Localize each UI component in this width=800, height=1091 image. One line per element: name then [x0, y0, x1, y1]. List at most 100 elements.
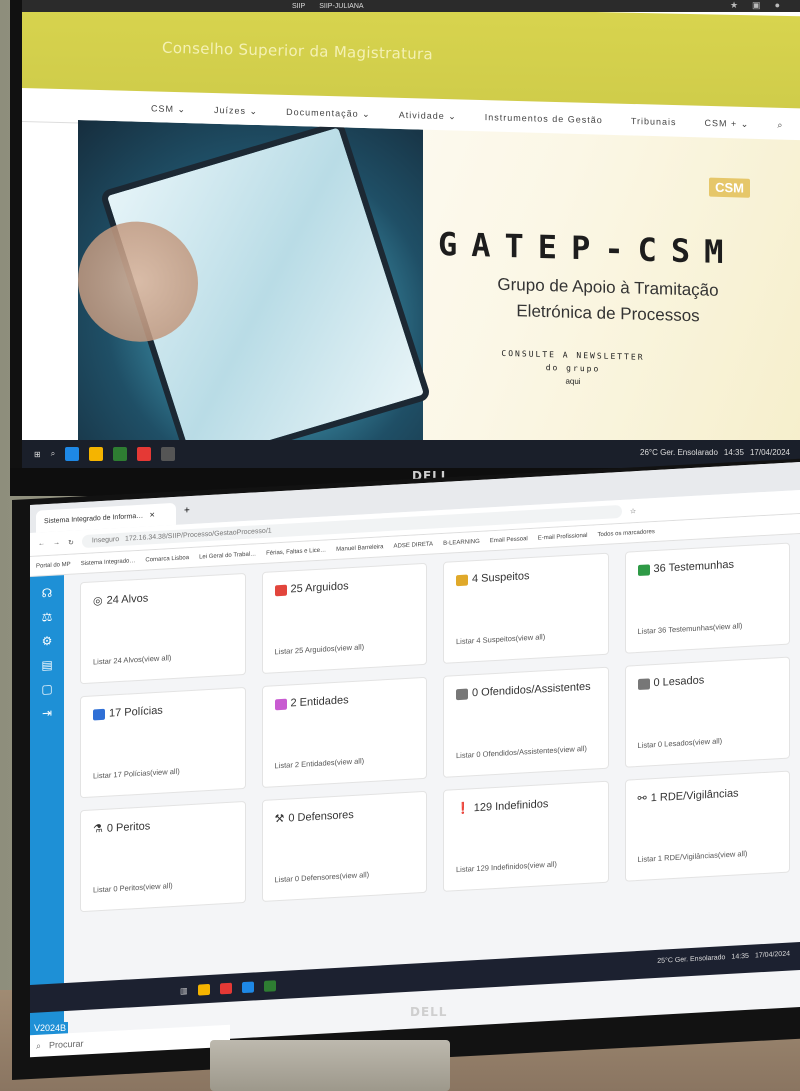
top-tab-siip-juliana[interactable]: SIIP-JULIANA — [319, 3, 363, 10]
star-icon[interactable]: ★ — [730, 0, 738, 11]
weather-text[interactable]: 25°C Ger. Ensolarado — [657, 954, 725, 965]
card-link[interactable]: Listar 0 Defensores(view all) — [275, 866, 419, 886]
top-bookmark-strip: SIIP SIIP-JULIANA — [22, 0, 800, 12]
search-icon[interactable]: ⌕ — [51, 449, 55, 459]
profile-icon[interactable]: ● — [775, 0, 780, 11]
gavel-icon: ⚒ — [274, 812, 285, 826]
users-icon — [274, 584, 287, 596]
forward-icon[interactable]: → — [53, 539, 60, 546]
card-ofendidos: 0 Ofendidos/Assistentes Listar 0 Ofendid… — [443, 666, 609, 778]
hero-banner[interactable]: CSM GATEP-CSM Grupo de Apoio à Tramitaçã… — [78, 120, 800, 461]
clock-date[interactable]: 17/04/2024 — [755, 951, 790, 960]
card-title: 17 Polícias — [109, 704, 163, 720]
csm-logo: CSM — [709, 177, 750, 198]
url-text: 172.16.34.38/SIIP/Processo/GestaoProcess… — [124, 527, 272, 543]
headset-icon[interactable]: ☊ — [42, 586, 53, 601]
flask-icon: ⚗ — [93, 822, 103, 836]
explorer-icon[interactable] — [89, 447, 104, 461]
newsletter-block: CONSULTE A NEWSLETTER do grupo aqui — [493, 347, 653, 390]
exclamation-icon: ❗ — [456, 802, 470, 816]
card-rde: ⚯ 1 RDE/Vigilâncias Listar 1 RDE/Vigilânc… — [624, 770, 790, 882]
weather-text[interactable]: 26°C Ger. Ensolarado — [640, 448, 718, 457]
card-link[interactable]: Listar 36 Testemunhas(view all) — [638, 618, 782, 638]
bookmark-star-icon[interactable]: ☆ — [630, 507, 636, 515]
new-tab-icon[interactable]: + — [184, 505, 190, 516]
entity-cards-grid: ◎ 24 Alvos Listar 24 Alvos(view all) 25 A… — [80, 542, 790, 913]
excel-icon[interactable] — [263, 979, 276, 992]
clock-time[interactable]: 14:35 — [731, 953, 749, 961]
top-browser-icons: ★ ▣ ● — [730, 0, 780, 11]
bookmark-item[interactable]: ADSE DIRETA — [394, 541, 434, 549]
bookmark-item[interactable]: Lei Geral do Trabal… — [199, 551, 256, 560]
card-title: 4 Suspeitos — [472, 570, 530, 586]
bookmark-item[interactable]: Portal do MP — [36, 561, 71, 569]
taskview-icon[interactable]: ▥ — [180, 986, 188, 995]
users-icon — [637, 563, 650, 576]
users-icon — [637, 677, 650, 690]
card-link[interactable]: Listar 0 Lesados(view all) — [638, 732, 782, 752]
card-title: 0 Defensores — [288, 808, 354, 825]
card-title: 1 RDE/Vigilâncias — [650, 786, 739, 804]
excel-icon[interactable] — [113, 447, 128, 461]
edge-icon[interactable] — [65, 447, 80, 461]
card-title: 0 Lesados — [653, 674, 705, 690]
card-link[interactable]: Listar 17 Polícias(view all) — [93, 762, 237, 782]
clock-date[interactable]: 17/04/2024 — [750, 448, 790, 457]
suspect-icon — [456, 574, 468, 586]
bookmark-item[interactable]: Férias, Faltas e Lice… — [266, 547, 326, 556]
scales-icon[interactable]: ⚖ — [42, 610, 53, 625]
bookmark-item[interactable]: E-mail Profissional — [538, 532, 588, 541]
close-icon[interactable]: ✕ — [149, 511, 155, 519]
archive-icon[interactable]: ▤ — [41, 658, 52, 673]
bookmark-item[interactable]: B-LEARNING — [443, 538, 480, 546]
card-title: 2 Entidades — [290, 694, 349, 710]
bookmark-item[interactable]: Email Pessoal — [490, 536, 528, 544]
card-lesados: 0 Lesados Listar 0 Lesados(view all) — [624, 656, 790, 768]
explorer-icon[interactable] — [197, 983, 210, 996]
card-link[interactable]: Listar 2 Entidades(view all) — [275, 752, 419, 772]
card-entidades: 2 Entidades Listar 2 Entidades(view all) — [261, 676, 427, 789]
back-icon[interactable]: ← — [38, 540, 45, 547]
hero-photo — [78, 120, 432, 461]
bottom-system-tray: 25°C Ger. Ensolarado 14:35 17/04/2024 — [657, 951, 790, 965]
version-label: V2024B — [32, 1022, 69, 1034]
bookmark-item[interactable]: Todos os marcadores — [597, 529, 654, 538]
tab-title: Sistema Integrado de Informa… — [44, 512, 144, 525]
card-link[interactable]: Listar 129 Indefinidos(view all) — [456, 856, 600, 876]
bottom-screen: Sistema Integrado de Informa… ✕ + ← → ↻ … — [30, 461, 800, 1050]
chrome-icon[interactable] — [137, 447, 152, 461]
target-icon: ◎ — [93, 594, 103, 608]
card-title: 129 Indefinidos — [473, 797, 549, 814]
clock-time[interactable]: 14:35 — [724, 448, 744, 457]
card-arguidos: 25 Arguidos Listar 25 Arguidos(view all) — [261, 562, 427, 675]
card-link[interactable]: Listar 0 Ofendidos/Assistentes(view all) — [456, 742, 600, 762]
card-suspeitos: 4 Suspeitos Listar 4 Suspeitos(view all) — [443, 552, 609, 664]
extensions-icon[interactable]: ▣ — [752, 0, 761, 11]
chrome-icon[interactable] — [219, 982, 232, 994]
card-alvos: ◎ 24 Alvos Listar 24 Alvos(view all) — [80, 572, 246, 685]
card-peritos: ⚗ 0 Peritos Listar 0 Peritos(view all) — [80, 800, 246, 913]
gears-icon[interactable]: ⚙ — [42, 634, 53, 649]
top-system-tray: 26°C Ger. Ensolarado 14:35 17/04/2024 — [640, 448, 790, 457]
top-tab-siip[interactable]: SIIP — [292, 3, 305, 10]
security-warning[interactable]: Inseguro — [92, 536, 119, 545]
windows-start-icon[interactable]: ⊞ — [34, 450, 41, 459]
users-icon — [93, 708, 105, 720]
card-link[interactable]: Listar 25 Arguidos(view all) — [275, 638, 419, 658]
word-icon[interactable] — [241, 981, 254, 993]
reload-icon[interactable]: ↻ — [68, 538, 74, 546]
card-link[interactable]: Listar 24 Alvos(view all) — [93, 648, 237, 668]
card-link[interactable]: Listar 4 Suspeitos(view all) — [456, 628, 600, 648]
bookmark-item[interactable]: Sistema Integrado… — [81, 558, 136, 567]
top-screen: SIIP SIIP-JULIANA ★ ▣ ● Conselho Superio… — [22, 0, 800, 468]
bookmark-item[interactable]: Comarca Lisboa — [145, 555, 189, 563]
note-icon[interactable]: ▢ — [41, 682, 52, 697]
search-icon[interactable]: ⌕ — [763, 107, 797, 143]
settings-icon[interactable] — [161, 447, 176, 461]
card-link[interactable]: Listar 1 RDE/Vigilâncias(view all) — [638, 846, 782, 866]
bookmark-item[interactable]: Manuel Barreleira — [336, 544, 383, 553]
hero-title: GATEP-CSM — [438, 225, 738, 272]
hero-subtitle: Grupo de Apoio à Tramitação Eletrónica d… — [463, 271, 753, 331]
logout-icon[interactable]: ⇥ — [42, 706, 52, 721]
card-link[interactable]: Listar 0 Peritos(view all) — [93, 876, 237, 896]
